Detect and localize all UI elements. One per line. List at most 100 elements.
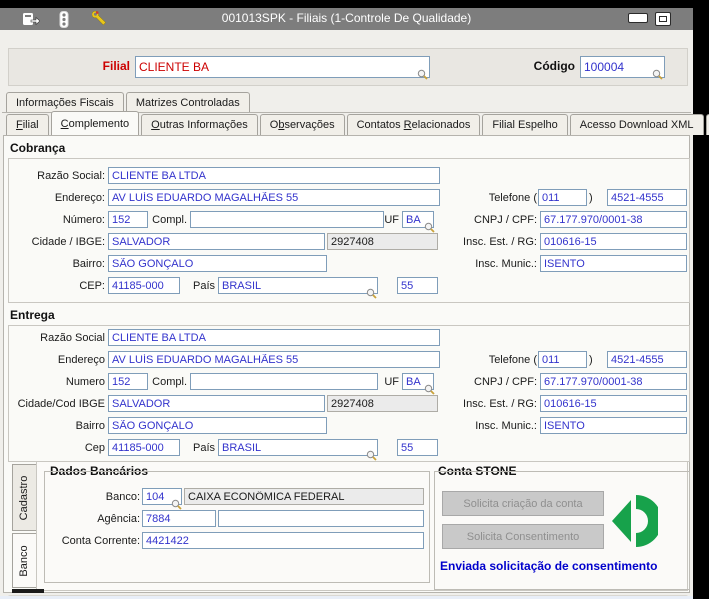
cobranca-telefone-label: Telefone (	[488, 192, 537, 204]
entrega-cep-field[interactable]	[108, 439, 180, 456]
cobranca-pais-magnifier-icon[interactable]	[366, 286, 377, 299]
banco-tab-indicator	[12, 589, 44, 593]
entrega-insc-est-field[interactable]	[540, 395, 687, 412]
cobranca-numero-field[interactable]	[108, 211, 148, 228]
cobranca-ibge-field	[327, 233, 438, 250]
cobranca-insc-mun-field[interactable]	[540, 255, 687, 272]
cobranca-cidade-label: Cidade / IBGE:	[31, 236, 105, 248]
entrega-razao-label: Razão Social	[40, 332, 105, 344]
cobranca-compl-field[interactable]	[190, 211, 384, 228]
entrega-pais-magnifier-icon[interactable]	[366, 448, 377, 461]
entrega-cnpj-field[interactable]	[540, 373, 687, 390]
banco-lookup-magnifier-icon[interactable]	[171, 497, 182, 510]
green-arrow-d-logo-icon	[612, 491, 662, 556]
window-title: 001013SPK - Filiais (1-Controle De Quali…	[221, 11, 472, 25]
app-window: 001013SPK - Filiais (1-Controle De Quali…	[0, 8, 709, 599]
entrega-insc-mun-label: Insc. Munic.:	[475, 420, 537, 432]
tab-acesso-download-xml[interactable]: Acesso Download XML	[569, 114, 704, 135]
entrega-telefone-label: Telefone (	[488, 354, 537, 366]
codigo-lookup-magnifier-icon[interactable]	[652, 67, 663, 80]
cobranca-uf-label: UF	[384, 214, 399, 226]
cobranca-insc-est-label: Insc. Est. / RG:	[463, 236, 537, 248]
entrega-ddd-field[interactable]	[538, 351, 587, 368]
agencia-extra-field[interactable]	[218, 510, 424, 527]
entrega-compl-field[interactable]	[190, 373, 378, 390]
entrega-telefone-close-label: )	[589, 354, 593, 366]
entrega-uf-label: UF	[384, 376, 399, 388]
minimize-button[interactable]	[628, 13, 648, 23]
tab-outras-informacoes[interactable]: Outras Informações	[141, 114, 258, 135]
entrega-bairro-label: Bairro	[75, 420, 105, 432]
top-tab-row: Informações Fiscais Matrizes Controladas	[6, 92, 250, 112]
entrega-numero-field[interactable]	[108, 373, 148, 390]
side-tab-banco[interactable]: Banco	[12, 533, 36, 588]
cobranca-cidade-field[interactable]	[108, 233, 325, 250]
tab-contatos-relacionados[interactable]: Contatos Relacionados	[346, 114, 481, 135]
maximize-button[interactable]	[655, 12, 671, 26]
tab-log[interactable]: Log	[705, 114, 709, 135]
cobranca-endereco-field[interactable]	[108, 189, 440, 206]
tab-informacoes-fiscais[interactable]: Informações Fiscais	[6, 92, 124, 112]
entrega-fone-field[interactable]	[607, 351, 687, 368]
stone-status-text: Enviada solicitação de consentimento	[440, 559, 658, 573]
entrega-cidade-field[interactable]	[108, 395, 325, 412]
cobranca-razao-label: Razão Social:	[37, 170, 105, 182]
cobranca-uf-magnifier-icon[interactable]	[424, 220, 435, 233]
entrega-endereco-label: Endereço	[57, 354, 105, 366]
entrega-endereco-field[interactable]	[108, 351, 440, 368]
cobranca-numero-label: Número:	[62, 214, 105, 226]
cobranca-pais-field[interactable]	[218, 277, 378, 294]
cobranca-compl-label: Compl.	[152, 214, 187, 226]
cobranca-cnpj-label: CNPJ / CPF:	[474, 214, 537, 226]
cobranca-bairro-label: Bairro:	[72, 258, 105, 270]
entrega-pais-label: País	[192, 442, 215, 454]
entrega-cep-label: Cep	[84, 442, 105, 454]
tab-filial[interactable]: Filial	[6, 114, 49, 135]
cobranca-bairro-field[interactable]	[108, 255, 327, 272]
codigo-label: Código	[533, 59, 575, 73]
cobranca-insc-est-field[interactable]	[540, 233, 687, 250]
conta-corrente-label: Conta Corrente:	[61, 535, 140, 547]
agencia-field[interactable]	[142, 510, 216, 527]
agencia-label: Agência:	[97, 513, 140, 525]
cobranca-pais-cod-field[interactable]	[397, 277, 438, 294]
screenshot-root: 001013SPK - Filiais (1-Controle De Quali…	[0, 0, 709, 599]
entrega-numero-label: Numero	[65, 376, 105, 388]
cobranca-cnpj-field[interactable]	[540, 211, 687, 228]
filial-lookup-magnifier-icon[interactable]	[417, 67, 428, 80]
cobranca-razao-field[interactable]	[108, 167, 440, 184]
cobranca-fone-field[interactable]	[607, 189, 687, 206]
filial-label: Filial	[102, 59, 130, 73]
entrega-cidade-label: Cidade/Cod IBGE	[17, 398, 105, 410]
solicita-criacao-conta-button[interactable]: Solicita criação da conta	[442, 491, 604, 516]
titlebar: 001013SPK - Filiais (1-Controle De Quali…	[0, 8, 693, 30]
cobranca-cep-label: CEP:	[79, 280, 105, 292]
entrega-razao-field[interactable]	[108, 329, 440, 346]
cobranca-pais-label: País	[192, 280, 215, 292]
solicita-consentimento-button[interactable]: Solicita Consentimento	[442, 524, 604, 549]
filial-field[interactable]	[135, 56, 430, 78]
entrega-group-title: Entrega	[10, 308, 55, 322]
cobranca-endereco-label: Endereço:	[54, 192, 105, 204]
entrega-ibge-field	[327, 395, 438, 412]
tab-observacoes[interactable]: Observações	[259, 114, 345, 135]
tab-complemento[interactable]: Complemento	[50, 111, 140, 135]
cobranca-ddd-field[interactable]	[538, 189, 587, 206]
cobranca-telefone-close-label: )	[589, 192, 593, 204]
entrega-cnpj-label: CNPJ / CPF:	[474, 376, 537, 388]
tab-filial-espelho[interactable]: Filial Espelho	[482, 114, 568, 135]
entrega-pais-field[interactable]	[218, 439, 378, 456]
entrega-insc-mun-field[interactable]	[540, 417, 687, 434]
entrega-pais-cod-field[interactable]	[397, 439, 438, 456]
banco-nome-field	[184, 488, 424, 505]
tab-matrizes-controladas[interactable]: Matrizes Controladas	[125, 92, 250, 112]
cobranca-cep-field[interactable]	[108, 277, 180, 294]
banco-label: Banco:	[105, 491, 140, 503]
main-tab-row: Filial Complemento Outras Informações Ob…	[6, 111, 709, 135]
conta-corrente-field[interactable]	[142, 532, 424, 549]
entrega-bairro-field[interactable]	[108, 417, 327, 434]
entrega-uf-magnifier-icon[interactable]	[424, 382, 435, 395]
entrega-compl-label: Compl.	[152, 376, 187, 388]
cobranca-insc-mun-label: Insc. Munic.:	[475, 258, 537, 270]
side-tab-cadastro[interactable]: Cadastro	[12, 464, 36, 531]
